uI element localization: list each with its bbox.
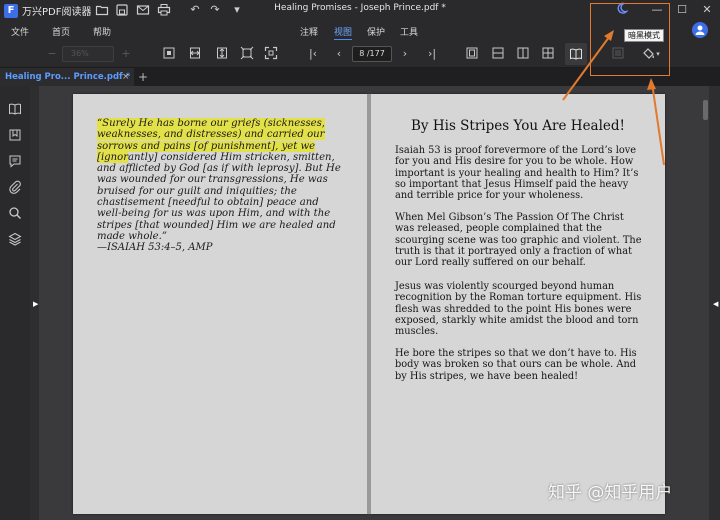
zoom-level-select[interactable]: 36% <box>62 46 114 62</box>
close-icon[interactable]: ✕ <box>698 2 716 18</box>
document-tab-close-icon[interactable]: × <box>122 68 130 86</box>
attachment-icon[interactable] <box>7 180 23 196</box>
quote-text: antly] considered Him stricken, smitten,… <box>97 151 341 242</box>
menu-help[interactable]: 帮助 <box>93 25 111 38</box>
tab-view[interactable]: 视图 <box>334 25 353 41</box>
save-icon[interactable] <box>115 3 129 17</box>
scripture-quote: “Surely He has borne our griefs (sicknes… <box>97 118 345 242</box>
document-tab[interactable]: Healing Pro... Prince.pdf * <box>0 68 134 86</box>
tab-comment[interactable]: 注释 <box>300 25 318 38</box>
new-tab-icon[interactable]: + <box>138 68 148 86</box>
zoom-out-icon[interactable]: − <box>44 46 60 62</box>
print-icon[interactable] <box>157 3 171 17</box>
continuous-view-icon[interactable] <box>490 46 506 62</box>
page-number-input[interactable]: 8 /177 <box>352 46 392 62</box>
left-sidebar <box>0 86 30 520</box>
body-paragraph: Jesus was violently scourged beyond huma… <box>395 281 642 338</box>
watermark: 知乎 @知乎用户 <box>548 483 673 503</box>
body-paragraph: When Mel Gibson’s The Passion Of The Chr… <box>395 212 642 269</box>
previous-page-icon[interactable]: ‹ <box>331 46 347 62</box>
mail-icon[interactable] <box>136 3 150 17</box>
user-avatar-icon[interactable] <box>692 22 708 38</box>
document-tab-label: Healing Pro... Prince.pdf * <box>5 72 131 82</box>
layers-icon[interactable] <box>7 232 23 248</box>
maximize-icon[interactable]: ☐ <box>673 2 691 18</box>
fit-page-icon[interactable] <box>239 46 255 62</box>
vertical-scrollbar[interactable] <box>703 100 708 120</box>
menu-home[interactable]: 首页 <box>52 25 70 38</box>
bookmark-icon[interactable] <box>7 128 23 144</box>
dark-mode-tooltip: 暗黑模式 <box>624 29 664 42</box>
menu-file[interactable]: 文件 <box>11 25 29 38</box>
tab-protect[interactable]: 保护 <box>367 25 385 38</box>
body-paragraph: Isaiah 53 is proof forevermore of the Lo… <box>395 145 639 202</box>
first-page-icon[interactable]: |‹ <box>305 46 321 62</box>
search-icon[interactable] <box>7 206 23 222</box>
book-view-icon[interactable] <box>565 43 587 65</box>
app-name: 万兴PDF阅读器 <box>22 7 92 18</box>
undo-icon[interactable]: ↶ <box>188 3 202 17</box>
comments-icon[interactable] <box>7 154 23 170</box>
fit-width-icon[interactable] <box>187 46 203 62</box>
body-paragraph: He bore the stripes so that we don’t hav… <box>395 348 637 382</box>
open-folder-icon[interactable] <box>95 3 109 17</box>
two-page-continuous-icon[interactable] <box>540 46 556 62</box>
quick-access-dropdown-icon[interactable]: ▾ <box>230 3 244 17</box>
thumbnails-icon[interactable] <box>7 102 23 118</box>
full-screen-icon[interactable] <box>263 46 279 62</box>
expand-right-panel-icon[interactable]: ◀ <box>713 300 718 308</box>
redo-icon[interactable]: ↷ <box>208 3 222 17</box>
book-spine <box>367 94 371 514</box>
two-page-view-icon[interactable] <box>515 46 531 62</box>
scripture-citation: —ISAIAH 53:4–5, AMP <box>97 242 213 253</box>
chapter-title: By His Stripes You Are Healed! <box>411 118 625 134</box>
app-logo-icon: F <box>4 3 18 18</box>
zoom-in-icon[interactable]: + <box>118 46 134 62</box>
single-page-view-icon[interactable] <box>464 46 480 62</box>
tab-tools[interactable]: 工具 <box>400 25 418 38</box>
actual-size-icon[interactable] <box>161 46 177 62</box>
fit-height-icon[interactable] <box>214 46 230 62</box>
next-page-icon[interactable]: › <box>397 46 413 62</box>
expand-left-panel-icon[interactable]: ▶ <box>33 300 38 308</box>
last-page-icon[interactable]: ›| <box>424 46 440 62</box>
